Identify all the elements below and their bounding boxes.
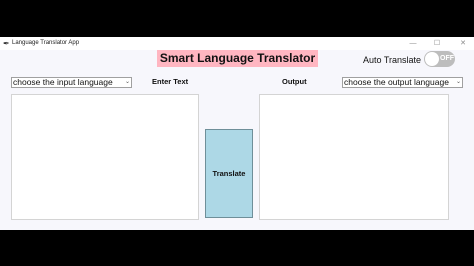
input-language-value: choose the input language bbox=[13, 77, 113, 87]
auto-translate-toggle[interactable]: OFF bbox=[424, 51, 455, 67]
enter-text-label: Enter Text bbox=[152, 77, 189, 86]
output-language-select[interactable]: choose the output language ⌄ bbox=[342, 77, 463, 88]
main-content: Smart Language Translator Auto Translate… bbox=[0, 50, 474, 230]
translate-button[interactable]: Translate bbox=[205, 129, 253, 218]
input-language-select[interactable]: choose the input language ⌄ bbox=[11, 77, 132, 88]
output-language-value: choose the output language bbox=[344, 77, 449, 87]
chevron-down-icon: ⌄ bbox=[455, 79, 461, 85]
chevron-down-icon: ⌄ bbox=[124, 79, 130, 85]
app-window: ✒ Language Translator App — ☐ ✕ Smart La… bbox=[0, 37, 474, 230]
minimize-button[interactable]: — bbox=[404, 37, 422, 50]
input-text-area[interactable] bbox=[11, 94, 199, 220]
auto-translate-label: Auto Translate bbox=[363, 55, 422, 65]
maximize-button[interactable]: ☐ bbox=[428, 37, 446, 50]
window-title: Language Translator App bbox=[12, 40, 80, 46]
title-bar: ✒ Language Translator App — ☐ ✕ bbox=[0, 37, 474, 50]
app-heading: Smart Language Translator bbox=[157, 50, 318, 67]
output-label: Output bbox=[282, 77, 307, 86]
output-text-area[interactable] bbox=[259, 94, 449, 220]
close-button[interactable]: ✕ bbox=[454, 37, 472, 50]
toggle-state-text: OFF bbox=[440, 55, 454, 62]
toggle-knob bbox=[425, 52, 439, 66]
feather-icon: ✒ bbox=[3, 39, 10, 48]
